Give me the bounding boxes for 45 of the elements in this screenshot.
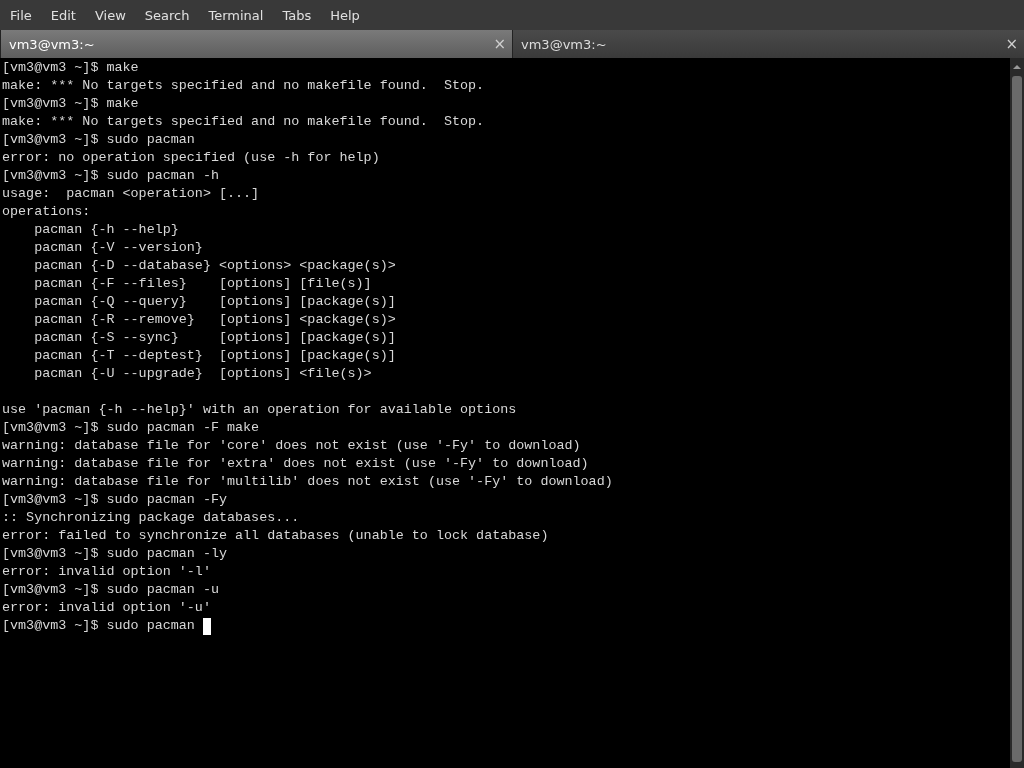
scrollbar-thumb[interactable] bbox=[1012, 76, 1022, 762]
terminal-line: error: no operation specified (use -h for help) bbox=[2, 149, 380, 167]
terminal-tab[interactable]: vm3@vm3:~ × bbox=[0, 30, 512, 58]
terminal-line: warning: database file for 'multilib' does not exist (use '-Fy' to download) bbox=[2, 473, 613, 491]
terminal-line: [vm3@vm3 ~]$ sudo pacman -u bbox=[2, 581, 219, 599]
terminal-line: :: Synchronizing package databases... bbox=[2, 509, 300, 527]
terminal-line: error: invalid option '-l' bbox=[2, 563, 211, 581]
terminal-line: [vm3@vm3 ~]$ sudo pacman -Fy bbox=[2, 491, 227, 509]
menu-item[interactable]: Help bbox=[330, 7, 360, 23]
terminal-line: [vm3@vm3 ~]$ make bbox=[2, 59, 139, 77]
menu-item[interactable]: Tabs bbox=[282, 7, 312, 23]
terminal-line: make: *** No targets specified and no makefile found. Stop. bbox=[2, 113, 485, 131]
terminal-line: [vm3@vm3 ~]$ sudo pacman -h bbox=[2, 167, 219, 185]
terminal-line: pacman {-F --files} [options] [file(s)] bbox=[33, 275, 372, 293]
terminal-line: pacman {-S --sync} [options] [package(s)] bbox=[33, 329, 396, 347]
scrollbar[interactable] bbox=[1010, 58, 1024, 768]
terminal-line: operations: bbox=[2, 203, 91, 221]
tab-title: vm3@vm3:~ bbox=[521, 36, 607, 52]
terminal-line: pacman {-T --deptest} [options] [package(s)] bbox=[33, 347, 396, 365]
terminal-line: usage: pacman <operation> [...] bbox=[2, 185, 260, 203]
menu-item[interactable]: Search bbox=[144, 7, 190, 23]
terminal-line: error: invalid option '-u' bbox=[2, 599, 211, 617]
terminal-line: make: *** No targets specified and no makefile found. Stop. bbox=[2, 77, 485, 95]
terminal-line: error: failed to synchronize all databases (unable to lock database) bbox=[2, 527, 549, 545]
terminal-line: pacman {-V --version} bbox=[33, 239, 203, 257]
close-icon[interactable]: × bbox=[1005, 35, 1018, 53]
terminal-tab[interactable]: vm3@vm3:~ × bbox=[512, 30, 1024, 58]
terminal-line: pacman {-U --upgrade} [options] <file(s)> bbox=[33, 365, 372, 383]
terminal-line: use 'pacman {-h --help}' with an operation for available options bbox=[2, 401, 517, 419]
terminal-line: [vm3@vm3 ~]$ sudo pacman -F make bbox=[2, 419, 260, 437]
terminal-line: pacman {-Q --query} [options] [package(s)] bbox=[33, 293, 396, 311]
terminal-line: [vm3@vm3 ~]$ sudo pacman -ly bbox=[2, 545, 227, 563]
menu-item[interactable]: View bbox=[94, 7, 126, 23]
terminal-line: [vm3@vm3 ~]$ make bbox=[2, 95, 139, 113]
tab-title: vm3@vm3:~ bbox=[9, 36, 95, 52]
terminal-line: [vm3@vm3 ~]$ sudo pacman bbox=[2, 617, 196, 635]
menu-item[interactable]: Terminal bbox=[208, 7, 264, 23]
menu-item[interactable]: Edit bbox=[50, 7, 76, 23]
menu-item[interactable]: File bbox=[10, 7, 32, 23]
terminal-line: [vm3@vm3 ~]$ sudo pacman bbox=[2, 131, 195, 149]
terminal-line: pacman {-D --database} <options> <package(s)> bbox=[33, 257, 396, 275]
terminal-line: warning: database file for 'core' does not exist (use '-Fy' to download) bbox=[2, 437, 581, 455]
terminal-line: pacman {-h --help} bbox=[33, 221, 179, 239]
terminal-line: pacman {-R --remove} [options] <package(s)> bbox=[33, 311, 396, 329]
terminal-line: warning: database file for 'extra' does not exist (use '-Fy' to download) bbox=[2, 455, 589, 473]
